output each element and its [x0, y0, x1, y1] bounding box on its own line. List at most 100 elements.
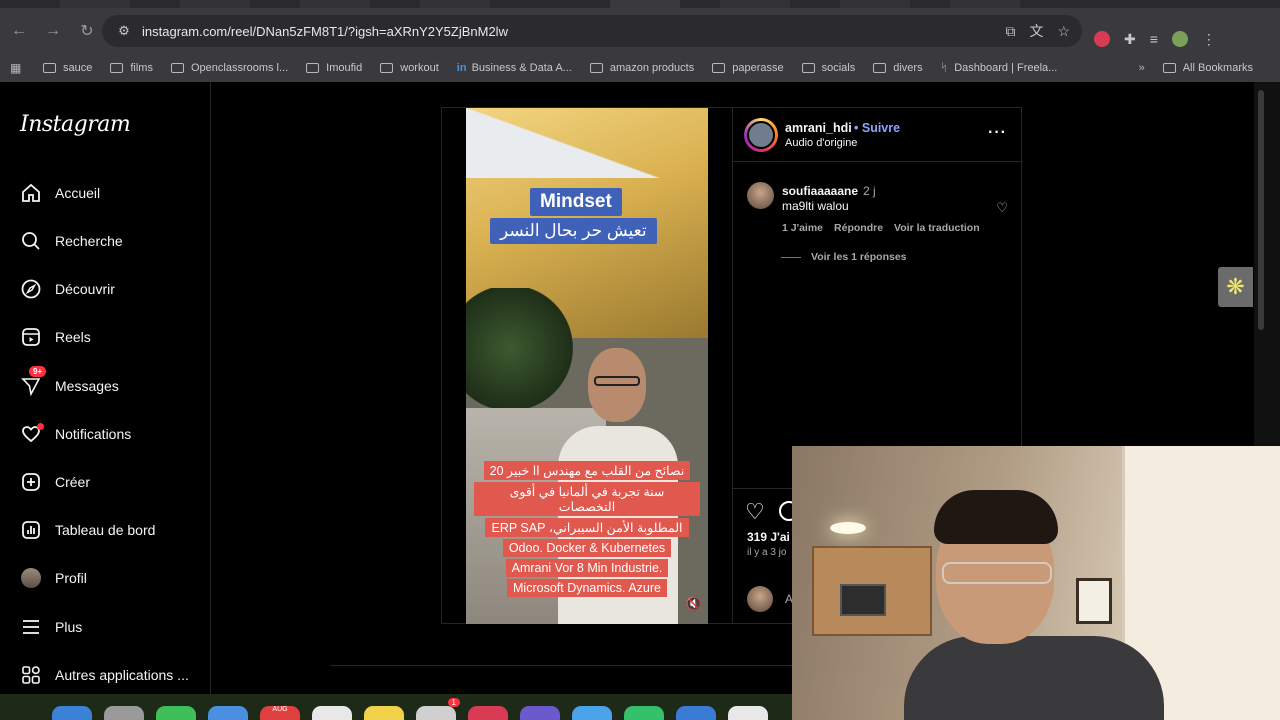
likes-count[interactable]: 319 J'ai	[747, 530, 790, 544]
nav-other-apps[interactable]: Autres applications ...	[20, 661, 189, 689]
dock-app-whatsapp[interactable]	[624, 706, 664, 720]
comment-like-icon[interactable]: ♡	[996, 200, 1008, 216]
comment-actions: 1 J'aime Répondre Voir la traduction	[782, 222, 980, 234]
webcam-oven	[840, 584, 886, 616]
video-subtitle: تعيش حر بحال النسر	[490, 218, 657, 244]
bookmark-workout[interactable]: workout	[380, 62, 439, 74]
bookmark-amazon[interactable]: amazon products	[589, 62, 694, 74]
back-icon[interactable]: ←	[4, 16, 34, 46]
dock-app-settings[interactable]	[728, 706, 768, 720]
dock-badge: 1	[447, 698, 460, 707]
video-sky	[466, 108, 708, 178]
nav-profile[interactable]: Profil	[20, 564, 87, 592]
profile-avatar[interactable]	[1171, 31, 1188, 47]
reading-list-icon[interactable]: ≡	[1150, 31, 1158, 47]
nav-more[interactable]: Plus	[20, 613, 82, 641]
install-app-icon[interactable]: ⧉	[1005, 23, 1015, 40]
bookmark-business[interactable]: in Business & Data A...	[457, 62, 572, 74]
address-bar[interactable]: ⚙ instagram.com/reel/DNan5zFM8T1/?igsh=a…	[102, 15, 1082, 47]
floating-extension-icon[interactable]: ❋	[1218, 267, 1253, 307]
home-icon	[20, 182, 42, 204]
dock-app-vscode[interactable]	[676, 706, 716, 720]
sparkle-icon: ❋	[1226, 274, 1245, 299]
nav-home[interactable]: Accueil	[20, 179, 100, 207]
bookmark-sauce[interactable]: sauce	[43, 62, 92, 74]
dock-app-music[interactable]	[468, 706, 508, 720]
bookmark-paperasse[interactable]: paperasse	[712, 62, 784, 74]
commenter-avatar[interactable]	[747, 182, 774, 209]
view-replies[interactable]: Voir les 1 réponses	[781, 251, 907, 263]
browser-menu-icon[interactable]: ⋮	[1202, 31, 1216, 48]
reload-icon[interactable]: ↻	[72, 16, 102, 46]
bookmark-films[interactable]: films	[110, 62, 153, 74]
bookmark-star-icon[interactable]: ☆	[1057, 23, 1070, 40]
browser-tab[interactable]	[60, 0, 130, 8]
author-username[interactable]: amrani_hdi	[785, 121, 852, 135]
dock-app-finder[interactable]	[52, 706, 92, 720]
folder-icon	[873, 63, 887, 73]
nav-search[interactable]: Recherche	[20, 227, 123, 255]
nav-messages[interactable]: 9+ Messages	[20, 366, 119, 400]
post-header: amrani_hdi • Suivre Audio d'origine ···	[733, 108, 1023, 162]
webcam-light	[830, 522, 866, 534]
nav-create[interactable]: Créer	[20, 468, 90, 496]
like-icon[interactable]: ♡	[745, 499, 765, 525]
translate-button[interactable]: Voir la traduction	[894, 222, 980, 234]
bookmarks-overflow-icon[interactable]: »	[1139, 62, 1145, 74]
forward-icon[interactable]: →	[38, 16, 68, 46]
audio-link[interactable]: Audio d'origine	[785, 137, 857, 149]
caption-line: نصائح من القلب مع مهندس اا خبير 20	[483, 461, 691, 480]
site-info-icon[interactable]: ⚙	[110, 23, 138, 39]
replies-line	[781, 256, 801, 258]
dock-app-calendar[interactable]: AUG	[260, 706, 300, 720]
dock-app-chrome[interactable]: 1	[416, 698, 460, 720]
bookmark-imoufid[interactable]: Imoufid	[306, 62, 362, 74]
reel-video[interactable]: Mindset تعيش حر بحال النسر نصائح من القل…	[466, 108, 708, 624]
browser-tab[interactable]	[420, 0, 490, 8]
folder-icon	[712, 63, 726, 73]
nav-notifications[interactable]: Notifications	[20, 420, 131, 448]
author-avatar[interactable]	[744, 118, 778, 152]
profile-icon	[20, 567, 42, 589]
dock-app-discord[interactable]	[520, 706, 560, 720]
caption-line: Amrani Vor 8 Min Industrie.	[505, 559, 669, 577]
folder-icon	[110, 63, 124, 73]
folder-icon	[1162, 63, 1176, 73]
webcam-person-body	[904, 636, 1164, 720]
browser-tab-active[interactable]	[610, 0, 680, 8]
browser-tab[interactable]	[180, 0, 250, 8]
reply-button[interactable]: Répondre	[834, 222, 883, 234]
browser-tab[interactable]	[300, 0, 370, 8]
nav-dashboard[interactable]: Tableau de bord	[20, 516, 155, 544]
nav-explore[interactable]: Découvrir	[20, 275, 115, 303]
browser-tab[interactable]	[950, 0, 1020, 8]
comment-likes[interactable]: 1 J'aime	[782, 222, 823, 234]
browser-tab[interactable]	[720, 0, 790, 8]
dock-app-notes[interactable]	[364, 706, 404, 720]
caption-line: المطلوبة الأمن السيبراني، ERP SAP	[485, 518, 689, 537]
url-text[interactable]: instagram.com/reel/DNan5zFM8T1/?igsh=aXR…	[142, 24, 508, 39]
instagram-logo[interactable]: Instagram	[20, 112, 131, 137]
dock-app-launchpad[interactable]	[104, 706, 144, 720]
dock-app-appstore[interactable]	[572, 706, 612, 720]
translate-icon[interactable]: 文	[1029, 21, 1043, 41]
bookmark-dashboard[interactable]: ᛋ Dashboard | Freela...	[941, 62, 1058, 74]
apps-grid-icon[interactable]: ▦	[10, 61, 27, 75]
bookmark-openclassrooms[interactable]: Openclassrooms l...	[170, 62, 288, 74]
bookmark-divers[interactable]: divers	[873, 62, 923, 74]
more-options-icon[interactable]: ···	[988, 124, 1007, 142]
extensions-puzzle-icon[interactable]: ✚	[1124, 31, 1136, 48]
follow-button[interactable]: • Suivre	[854, 121, 900, 135]
mute-icon[interactable]: 🔇	[686, 596, 702, 612]
extension-icon[interactable]	[1094, 31, 1110, 47]
nav-reels[interactable]: Reels	[20, 323, 91, 351]
browser-tab-strip	[0, 0, 1280, 8]
comment-username[interactable]: soufiaaaaane	[782, 184, 858, 198]
all-bookmarks[interactable]: All Bookmarks	[1162, 62, 1253, 74]
dock-app-messages[interactable]	[156, 706, 196, 720]
dock-app-reminders[interactable]	[312, 706, 352, 720]
browser-tab[interactable]	[840, 0, 910, 8]
bookmark-socials[interactable]: socials	[801, 62, 855, 74]
scrollbar-thumb[interactable]	[1258, 90, 1264, 330]
dock-app-maps[interactable]	[208, 706, 248, 720]
